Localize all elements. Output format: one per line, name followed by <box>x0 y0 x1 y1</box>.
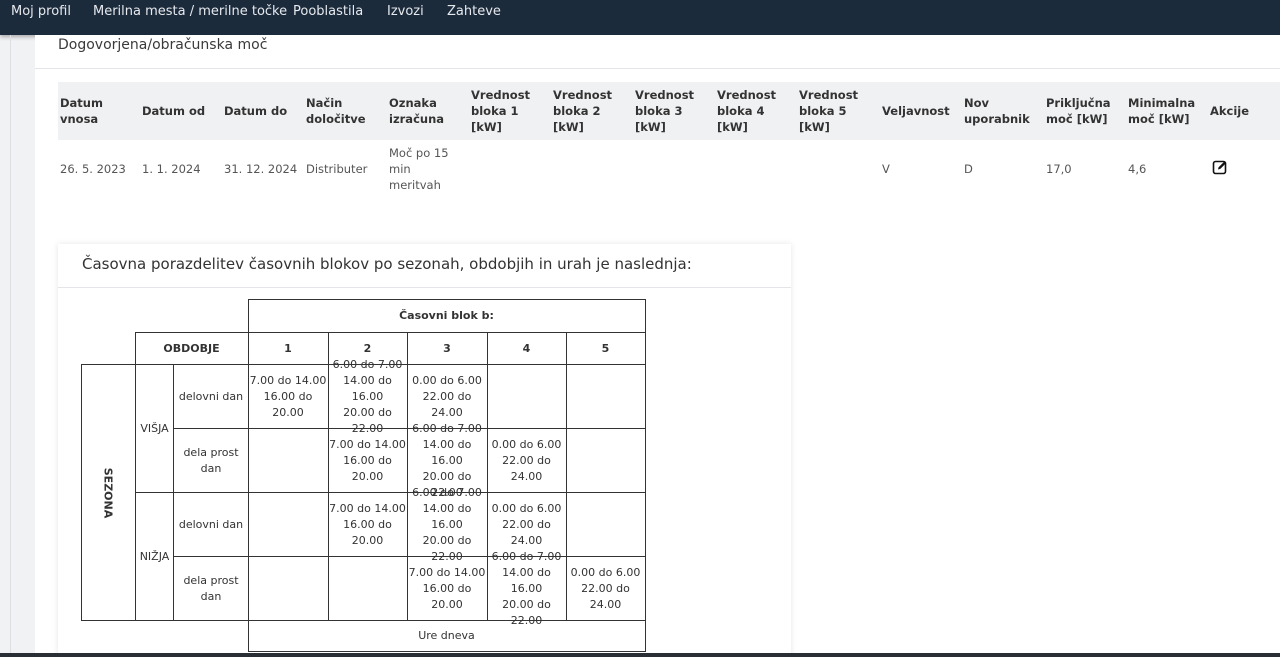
nav-izvozi[interactable]: Izvozi <box>387 4 424 19</box>
time-cell: 7.00 do 14.00 16.00 do 20.00 <box>408 565 486 611</box>
season-label: SEZONA <box>101 467 115 519</box>
grid-line <box>248 651 645 652</box>
period-header: OBDOBJE <box>163 341 220 355</box>
time-cell <box>328 557 407 620</box>
day-type: dela prost dan <box>183 573 239 603</box>
card-title: Časovna porazdelitev časovnih blokov po … <box>82 255 692 273</box>
nav-moj-profil[interactable]: Moj profil <box>11 4 71 19</box>
season-nizja: NIŽJA <box>139 549 170 563</box>
column-header: Vrednost bloka 3 [kW] <box>635 88 695 134</box>
column-header: Vrednost bloka 5 [kW] <box>799 88 859 134</box>
table-cell: 1. 1. 2024 <box>142 162 201 176</box>
time-cell: 7.00 do 14.00 16.00 do 20.00 <box>329 437 406 483</box>
column-header: Akcije <box>1210 104 1250 118</box>
time-cell <box>487 365 566 428</box>
grid-line <box>645 299 646 652</box>
time-cell <box>248 557 328 620</box>
column-header: Datum od <box>142 104 206 118</box>
time-cell: 6.00 do 7.00 14.00 do 16.00 20.00 do 22.… <box>492 550 562 627</box>
divider <box>58 287 791 288</box>
table-cell: 31. 12. 2024 <box>224 162 298 176</box>
column-header: Vrednost bloka 1 [kW] <box>471 88 531 134</box>
table-cell: Distributer <box>306 162 368 176</box>
table-cell: 26. 5. 2023 <box>60 162 126 176</box>
nav-merilna-mesta[interactable]: Merilna mesta / merilne točke <box>93 4 287 19</box>
time-cell: 0.00 do 6.00 22.00 do 24.00 <box>412 373 482 419</box>
time-cell: 0.00 do 6.00 22.00 do 24.00 <box>491 501 562 547</box>
block-number: 5 <box>601 341 610 355</box>
time-cell <box>566 429 645 492</box>
time-cell <box>566 493 645 556</box>
time-cell <box>566 365 645 428</box>
column-header: Veljavnost <box>882 104 950 118</box>
time-cell <box>248 429 328 492</box>
time-cell: 7.00 do 14.00 16.00 do 20.00 <box>329 501 406 547</box>
time-cell: 6.00 do 7.00 14.00 do 16.00 20.00 do 22.… <box>412 486 482 563</box>
sidebar-divider <box>10 35 11 657</box>
time-cell: 0.00 do 6.00 22.00 do 24.00 <box>570 565 641 611</box>
day-type: delovni dan <box>178 517 244 531</box>
column-header: Način določitve <box>306 96 366 126</box>
grid-line <box>81 364 82 620</box>
column-header: Minimalna moč [kW] <box>1128 96 1196 126</box>
footer-label: Ure dneva <box>418 629 475 642</box>
table-cell: V <box>882 162 890 176</box>
time-cell: 0.00 do 6.00 22.00 do 24.00 <box>491 437 562 483</box>
column-header: Datum do <box>224 104 288 118</box>
column-header: Priključna moč [kW] <box>1046 96 1111 126</box>
nav-zahteve[interactable]: Zahteve <box>447 4 501 19</box>
section-title: Dogovorjena/obračunska moč <box>58 37 268 53</box>
day-type: delovni dan <box>178 389 244 403</box>
block-header: Časovni blok b: <box>399 309 494 322</box>
nav-pooblastila[interactable]: Pooblastila <box>293 4 363 19</box>
block-number: 1 <box>284 341 292 355</box>
column-header: Nov uporabnik <box>964 96 1030 126</box>
column-header: Vrednost bloka 4 [kW] <box>717 88 777 134</box>
block-number: 4 <box>522 341 531 355</box>
table-cell: Moč po 15 min meritvah <box>389 146 449 192</box>
divider <box>35 68 1280 69</box>
table-cell: 17,0 <box>1046 162 1072 176</box>
column-header: Datum vnosa <box>60 96 103 126</box>
time-cell: 6.00 do 7.00 14.00 do 16.00 20.00 do 22.… <box>333 358 403 435</box>
block-number: 3 <box>443 341 451 355</box>
column-header: Oznaka izračuna <box>389 96 445 126</box>
time-cell <box>248 493 328 556</box>
table-cell: 4,6 <box>1128 162 1147 176</box>
column-header: Vrednost bloka 2 [kW] <box>553 88 613 134</box>
time-cell: 6.00 do 7.00 14.00 do 16.00 20.00 do 22.… <box>412 422 482 499</box>
season-visja: VIŠJA <box>140 421 169 435</box>
day-type: dela prost dan <box>183 445 239 475</box>
table-cell: D <box>964 162 973 176</box>
edit-icon[interactable] <box>1212 159 1228 175</box>
top-navigation: Moj profil Merilna mesta / merilne točke… <box>0 0 1280 35</box>
time-cell: 7.00 do 14.00 16.00 do 20.00 <box>249 373 327 419</box>
scrollbar-track[interactable] <box>0 653 1280 657</box>
